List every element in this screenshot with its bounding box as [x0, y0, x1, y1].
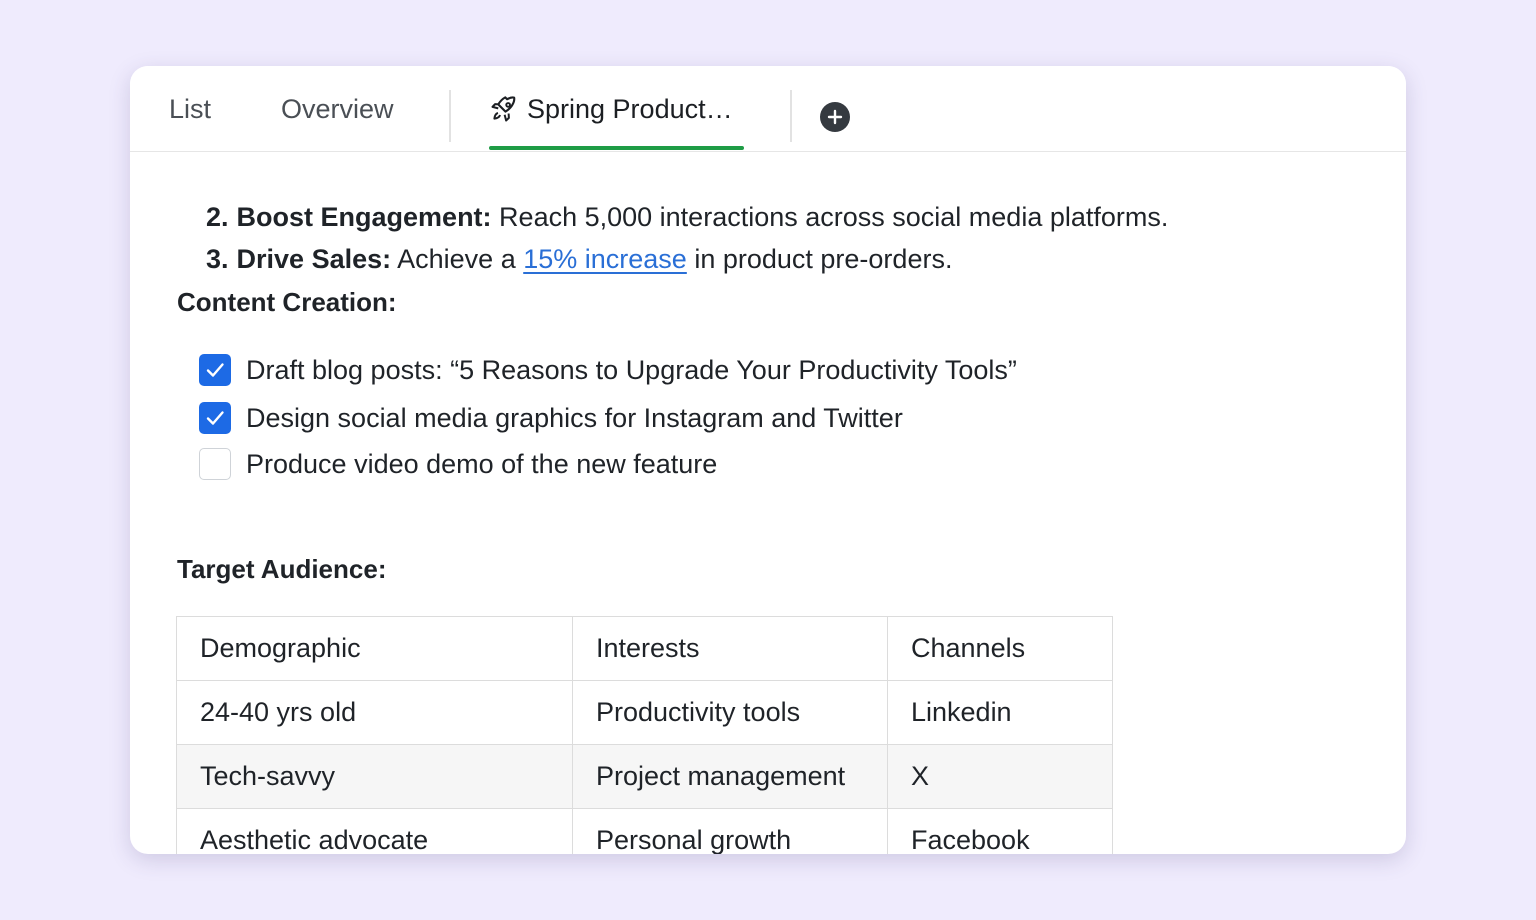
goal-title: Boost Engagement: [236, 202, 492, 232]
goal-title: Drive Sales: [236, 244, 392, 274]
table-cell: Facebook [887, 808, 1113, 854]
plus-circle-icon [827, 109, 843, 125]
goal-number: 2. [206, 202, 229, 232]
increase-link[interactable]: 15% increase [523, 244, 687, 274]
table-cell: Tech-savvy [176, 744, 573, 809]
goal-item-2: 2. Boost Engagement: Reach 5,000 interact… [206, 202, 1168, 233]
goal-text-post: in product pre-orders. [686, 244, 953, 274]
tab-divider [449, 90, 451, 142]
checkmark-icon [206, 411, 224, 425]
table-header-row: Demographic Interests Channels [176, 616, 1113, 681]
task-checkbox[interactable] [199, 402, 231, 434]
task-checkbox[interactable] [199, 354, 231, 386]
goal-text-pre: Achieve a [391, 244, 524, 274]
tab-overview[interactable]: Overview [281, 66, 394, 152]
task-item[interactable]: Produce video demo of the new feature [199, 447, 717, 481]
table-cell: Personal growth [572, 808, 888, 854]
table-cell: Aesthetic advocate [176, 808, 573, 854]
document-content: 2. Boost Engagement: Reach 5,000 interact… [130, 66, 1406, 854]
task-item[interactable]: Design social media graphics for Instagr… [199, 401, 903, 435]
column-header-demographic: Demographic [176, 616, 573, 681]
tab-spring-product[interactable]: Spring Product… [489, 66, 733, 152]
column-header-interests: Interests [572, 616, 888, 681]
goal-number: 3. [206, 244, 229, 274]
tab-bar: List Overview Spring Product… [130, 66, 1406, 152]
document-card: 2. Boost Engagement: Reach 5,000 interact… [130, 66, 1406, 854]
table-cell: Productivity tools [572, 680, 888, 745]
goal-text: Reach 5,000 interactions across social m… [491, 202, 1169, 232]
column-header-channels: Channels [887, 616, 1113, 681]
table-row: 24-40 yrs old Productivity tools Linkedi… [176, 680, 1113, 745]
task-checkbox[interactable] [199, 448, 231, 480]
active-tab-indicator [489, 146, 744, 150]
checkmark-icon [206, 363, 224, 377]
table-row: Aesthetic advocate Personal growth Faceb… [176, 808, 1113, 854]
table-row: Tech-savvy Project management X [176, 744, 1113, 809]
table-cell: X [887, 744, 1113, 809]
rocket-icon [491, 96, 516, 122]
task-label: Produce video demo of the new feature [246, 448, 718, 479]
content-creation-heading: Content Creation: [177, 287, 397, 317]
tab-list[interactable]: List [169, 66, 211, 152]
tab-divider [790, 90, 792, 142]
target-audience-heading: Target Audience: [177, 554, 387, 584]
table-cell: Project management [572, 744, 888, 809]
tab-spring-product-label: Spring Product… [527, 93, 733, 124]
audience-table: Demographic Interests Channels 24-40 yrs… [176, 616, 1113, 854]
table-cell: 24-40 yrs old [176, 680, 573, 745]
goal-item-3: 3. Drive Sales: Achieve a 15% increase in… [206, 244, 952, 275]
task-label: Draft blog posts: “5 Reasons to Upgrade … [246, 354, 1017, 385]
task-item[interactable]: Draft blog posts: “5 Reasons to Upgrade … [199, 353, 1017, 387]
add-tab-button[interactable] [820, 102, 850, 132]
task-label: Design social media graphics for Instagr… [246, 402, 903, 433]
table-cell: Linkedin [887, 680, 1113, 745]
